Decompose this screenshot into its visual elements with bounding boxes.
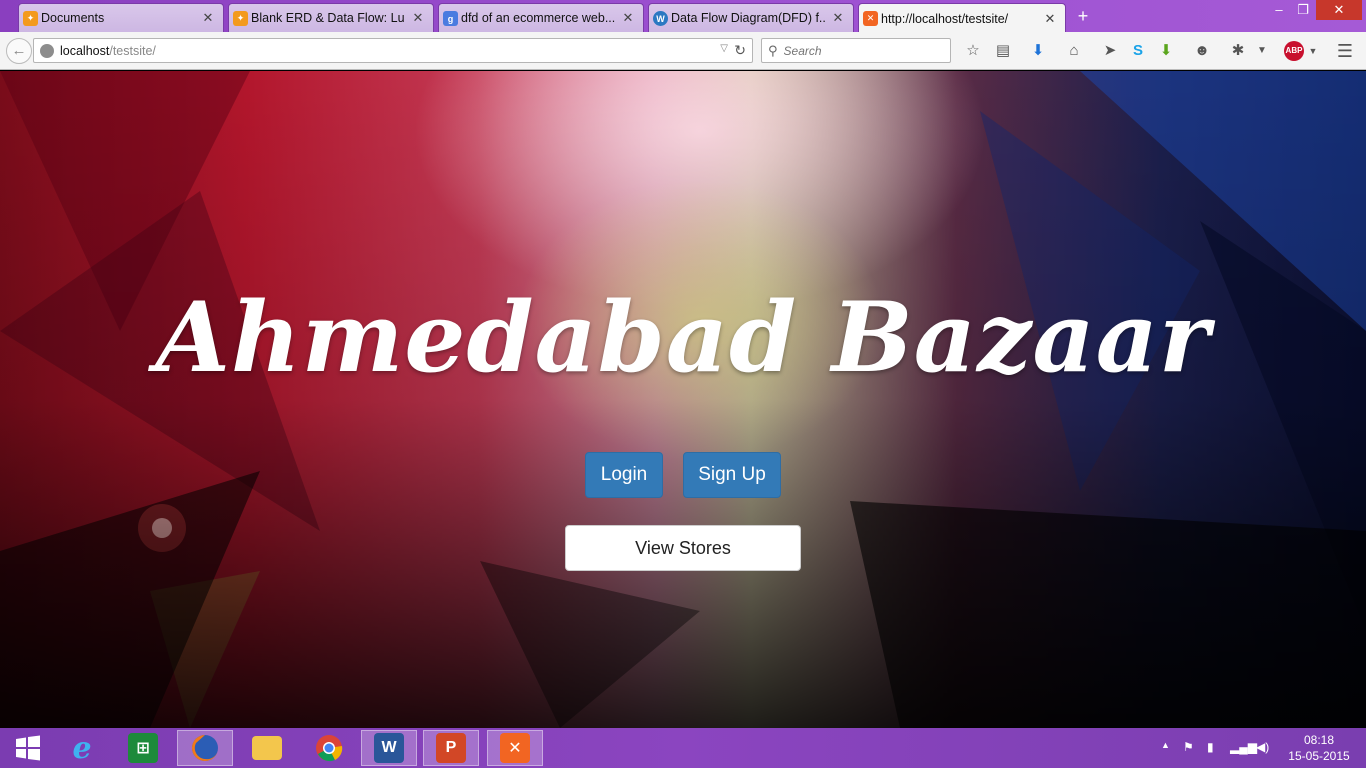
taskbar-internet-explorer[interactable]: e <box>54 730 110 766</box>
lucidchart-icon: ✦ <box>233 11 248 26</box>
reading-list-icon[interactable]: ▤ <box>993 41 1013 61</box>
firefox-icon <box>192 735 219 761</box>
xampp-icon: ✕ <box>500 733 530 763</box>
show-hidden-icons-icon[interactable]: ▲ <box>1161 740 1170 750</box>
navigation-toolbar: ← localhost/testsite/ ▽ ↻ ⚲ ☆ ▤ ⬇ ⌂ ➤ S … <box>0 32 1366 70</box>
login-button[interactable]: Login <box>585 452 663 498</box>
chat-icon[interactable]: ☻ <box>1192 41 1212 61</box>
close-icon[interactable]: ✕ <box>201 10 215 26</box>
extension-icon[interactable]: ✱ <box>1228 41 1248 61</box>
tab-title: Documents <box>41 11 105 25</box>
wordpress-icon: W <box>653 11 668 26</box>
taskbar-chrome[interactable] <box>301 730 357 766</box>
taskbar-file-explorer[interactable] <box>239 730 295 766</box>
taskbar-xampp[interactable]: ✕ <box>487 730 543 766</box>
close-window-button[interactable]: ✕ <box>1316 0 1362 20</box>
reload-icon[interactable]: ↻ <box>734 42 746 59</box>
globe-icon <box>40 43 54 58</box>
google-icon: g <box>443 11 458 26</box>
internet-explorer-icon: e <box>72 730 92 766</box>
url-bar[interactable]: localhost/testsite/ ▽ ↻ <box>33 38 753 63</box>
taskbar-powerpoint[interactable]: P <box>423 730 479 766</box>
url-host: localhost <box>60 43 110 58</box>
xampp-icon: ✕ <box>863 11 878 26</box>
tab-blank-erd[interactable]: ✦ Blank ERD & Data Flow: Lu... ✕ <box>228 3 434 32</box>
taskbar-word[interactable]: W <box>361 730 417 766</box>
tab-documents[interactable]: ✦ Documents ✕ <box>18 3 224 32</box>
chrome-icon <box>316 735 343 762</box>
file-explorer-icon <box>252 736 282 760</box>
menu-icon[interactable]: ☰ <box>1335 41 1355 61</box>
start-button[interactable] <box>0 730 56 766</box>
tab-dfd-search[interactable]: g dfd of an ecommerce web... ✕ <box>438 3 644 32</box>
tab-title: Data Flow Diagram(DFD) f... <box>671 11 825 25</box>
restore-button[interactable]: ❐ <box>1291 0 1315 20</box>
tab-dfd-wordpress[interactable]: W Data Flow Diagram(DFD) f... ✕ <box>648 3 854 32</box>
url-path: /testsite/ <box>109 43 156 58</box>
home-icon[interactable]: ⌂ <box>1064 41 1084 61</box>
system-clock[interactable]: 08:18 15-05-2015 <box>1284 732 1354 764</box>
url-dropdown-icon[interactable]: ▽ <box>720 43 728 54</box>
start-icon <box>16 735 40 761</box>
browser-titlebar: ✦ Documents ✕ ✦ Blank ERD & Data Flow: L… <box>0 0 1366 33</box>
adblock-plus-icon[interactable]: ABP <box>1284 41 1304 61</box>
windows-taskbar: e ⊞ W P ✕ ▲ ⚑ ▮ ▂▄▆ ◀) 08:18 15-05-2015 <box>0 728 1366 768</box>
skype-icon[interactable]: S <box>1128 41 1148 61</box>
clock-time: 08:18 <box>1303 733 1335 747</box>
close-icon[interactable]: ✕ <box>411 10 425 26</box>
battery-icon[interactable]: ▮ <box>1207 740 1214 754</box>
signup-button[interactable]: Sign Up <box>683 452 781 498</box>
back-button[interactable]: ← <box>6 38 32 64</box>
signal-icon[interactable]: ▂▄▆ <box>1230 740 1257 754</box>
word-icon: W <box>374 733 404 763</box>
downloader-icon[interactable]: ⬇ <box>1156 41 1176 61</box>
search-bar[interactable]: ⚲ <box>761 38 951 63</box>
tab-title: Blank ERD & Data Flow: Lu... <box>251 11 405 25</box>
send-icon[interactable]: ➤ <box>1100 41 1120 61</box>
action-center-flag-icon[interactable]: ⚑ <box>1183 740 1194 754</box>
back-arrow-icon: ← <box>11 42 27 59</box>
powerpoint-icon: P <box>436 733 466 763</box>
tab-localhost[interactable]: ✕ http://localhost/testsite/ ✕ <box>858 3 1066 33</box>
download-icon[interactable]: ⬇ <box>1028 41 1048 61</box>
chevron-down-icon[interactable]: ▼ <box>1303 41 1323 61</box>
hero-background: Ahmedabad Bazaar Login Sign Up View Stor… <box>0 71 1366 728</box>
clock-date: 15-05-2015 <box>1288 749 1350 763</box>
taskbar-firefox[interactable] <box>177 730 233 766</box>
minimize-button[interactable]: – <box>1267 0 1291 20</box>
tab-title: dfd of an ecommerce web... <box>461 11 615 25</box>
view-stores-button[interactable]: View Stores <box>565 525 801 571</box>
close-icon[interactable]: ✕ <box>1043 11 1057 27</box>
store-icon: ⊞ <box>128 733 158 763</box>
bookmark-star-icon[interactable]: ☆ <box>963 41 983 61</box>
close-icon[interactable]: ✕ <box>621 10 635 26</box>
volume-icon[interactable]: ◀) <box>1256 740 1269 754</box>
lucidchart-icon: ✦ <box>23 11 38 26</box>
close-icon[interactable]: ✕ <box>831 10 845 26</box>
site-title: Ahmedabad Bazaar <box>155 281 1211 394</box>
tab-title: http://localhost/testsite/ <box>881 11 1009 26</box>
chevron-down-icon[interactable]: ▼ <box>1252 41 1272 61</box>
taskbar-store[interactable]: ⊞ <box>115 730 171 766</box>
hero-shade <box>0 71 1366 728</box>
new-tab-button[interactable]: + <box>1072 6 1094 26</box>
search-input[interactable] <box>783 43 934 58</box>
search-icon: ⚲ <box>768 42 778 58</box>
